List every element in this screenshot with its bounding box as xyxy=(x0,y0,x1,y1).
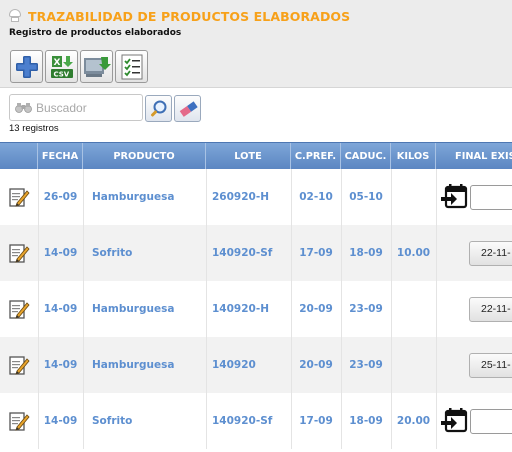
table-header: FECHA PRODUCTO LOTE C.PREF. CADUC. KILOS… xyxy=(0,142,512,170)
edit-cell xyxy=(0,337,38,393)
cell-cpref: 17-09 xyxy=(299,415,333,427)
table-row: 14-09 Hamburguesa 140920 20-09 23-09 25-… xyxy=(0,337,512,393)
column-header-final[interactable]: FINAL EXIS xyxy=(436,143,512,170)
table-body: 26-09 Hamburguesa 260920-H 02-10 05-10 1… xyxy=(0,169,512,449)
cell-producto[interactable]: Hamburguesa xyxy=(83,169,206,225)
cell-kilos: 10.00 xyxy=(396,247,431,259)
eraser-icon xyxy=(179,100,198,117)
checklist-button[interactable] xyxy=(115,50,148,83)
products-table: FECHA PRODUCTO LOTE C.PREF. CADUC. KILOS… xyxy=(0,142,512,449)
final-existencias-date[interactable]: 22-11- xyxy=(469,241,512,266)
search-input[interactable] xyxy=(36,100,136,115)
cell-kilos: 20.00 xyxy=(396,415,431,427)
cell-caduc: 18-09 xyxy=(349,247,383,259)
edit-icon[interactable] xyxy=(8,242,30,264)
cell-fecha: 14-09 xyxy=(43,303,78,315)
cell-caduc: 05-10 xyxy=(349,191,383,203)
import-button[interactable] xyxy=(80,50,113,83)
column-header-caduc[interactable]: CADUC. xyxy=(341,143,391,170)
search-button[interactable] xyxy=(145,95,172,122)
cell-lote: 140920-Sf xyxy=(212,415,273,427)
column-header-producto[interactable]: PRODUCTO xyxy=(83,143,206,170)
page-subtitle: Registro de productos elaborados xyxy=(9,28,182,38)
edit-icon[interactable] xyxy=(8,186,30,208)
cell-cpref: 17-09 xyxy=(299,247,333,259)
table-row: 14-09 Hamburguesa 140920-H 20-09 23-09 2… xyxy=(0,281,512,337)
cell-lote: 140920-H xyxy=(212,303,269,315)
cell-caduc: 23-09 xyxy=(349,359,383,371)
edit-cell xyxy=(0,225,38,281)
calendar-close-icon[interactable] xyxy=(440,184,468,210)
cell-cpref: 20-09 xyxy=(299,359,333,371)
cell-fecha: 14-09 xyxy=(43,415,78,427)
table-row: 14-09 Sofrito 140920-Sf 17-09 18-09 10.0… xyxy=(0,225,512,281)
search-box[interactable] xyxy=(9,94,143,121)
edit-cell xyxy=(0,393,38,449)
csv-download-icon: X CSV xyxy=(50,55,73,78)
cell-cpref: 20-09 xyxy=(299,303,333,315)
cell-lote: 140920 xyxy=(212,359,256,371)
edit-icon[interactable] xyxy=(8,298,30,320)
edit-icon[interactable] xyxy=(8,354,30,376)
cell-producto[interactable]: Hamburguesa xyxy=(83,337,206,393)
header-panel: TRAZABILIDAD DE PRODUCTOS ELABORADOS Reg… xyxy=(0,0,512,88)
cell-producto[interactable]: Sofrito xyxy=(83,225,206,281)
cell-kilos xyxy=(391,169,436,225)
chef-hat-icon xyxy=(8,9,22,23)
toolbar: X CSV xyxy=(10,50,148,83)
edit-icon[interactable] xyxy=(8,410,30,432)
records-count: 13 registros xyxy=(9,123,59,134)
table-row: 14-09 Sofrito 140920-Sf 17-09 18-09 20.0… xyxy=(0,393,512,449)
title-row: TRAZABILIDAD DE PRODUCTOS ELABORADOS xyxy=(8,7,350,25)
cell-producto[interactable]: Sofrito xyxy=(83,393,206,449)
cell-kilos xyxy=(391,281,436,337)
cell-lote: 260920-H xyxy=(212,191,269,203)
cell-cpref: 02-10 xyxy=(299,191,333,203)
cell-caduc: 18-09 xyxy=(349,415,383,427)
cell-lote: 140920-Sf xyxy=(212,247,273,259)
cell-producto[interactable]: Hamburguesa xyxy=(83,281,206,337)
calendar-close-icon[interactable] xyxy=(440,408,468,434)
import-screen-icon xyxy=(83,56,111,77)
cell-fecha: 26-09 xyxy=(43,191,78,203)
final-existencias-input[interactable] xyxy=(470,185,512,210)
svg-text:X: X xyxy=(53,58,60,68)
add-button[interactable] xyxy=(10,50,43,83)
column-header-actions xyxy=(0,143,38,170)
binoculars-icon xyxy=(15,103,32,113)
final-existencias-input[interactable] xyxy=(470,409,512,434)
cell-caduc: 23-09 xyxy=(349,303,383,315)
clear-search-button[interactable] xyxy=(174,95,201,122)
export-csv-button[interactable]: X CSV xyxy=(45,50,78,83)
column-header-cpref[interactable]: C.PREF. xyxy=(291,143,341,170)
column-header-lote[interactable]: LOTE xyxy=(206,143,291,170)
final-existencias-date[interactable]: 22-11- xyxy=(469,297,512,322)
edit-cell xyxy=(0,281,38,337)
cell-fecha: 14-09 xyxy=(43,247,78,259)
table-row: 26-09 Hamburguesa 260920-H 02-10 05-10 xyxy=(0,169,512,225)
column-header-fecha[interactable]: FECHA xyxy=(38,143,83,170)
csv-label: CSV xyxy=(53,70,69,78)
cell-kilos xyxy=(391,337,436,393)
checklist-icon xyxy=(121,54,142,79)
column-header-kilos[interactable]: KILOS xyxy=(391,143,436,170)
cell-fecha: 14-09 xyxy=(43,359,78,371)
edit-cell xyxy=(0,169,38,225)
final-existencias-date[interactable]: 25-11- xyxy=(469,353,512,378)
page-title: TRAZABILIDAD DE PRODUCTOS ELABORADOS xyxy=(28,8,351,24)
plus-icon xyxy=(15,55,38,78)
magnifier-icon xyxy=(150,100,166,117)
